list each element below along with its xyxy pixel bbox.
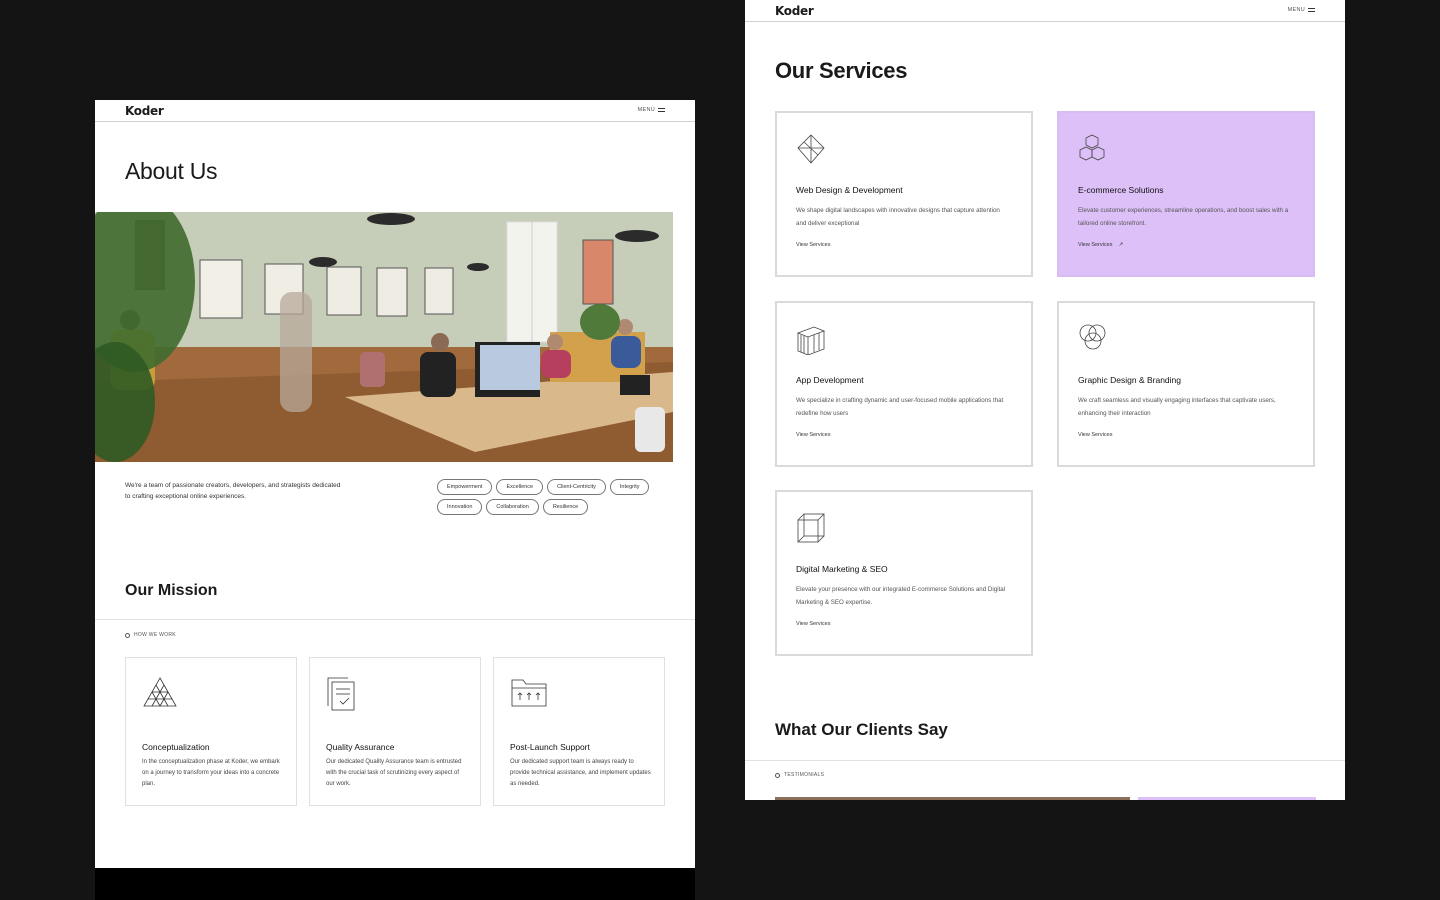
service-card-ecommerce[interactable]: E-commerce Solutions Elevate customer ex… <box>1057 111 1315 277</box>
menu-button[interactable]: MENU <box>1288 7 1315 13</box>
arrow-up-right-icon: ↗ <box>1118 242 1124 248</box>
clients-title: What Our Clients Say <box>775 720 948 739</box>
service-description: We craft seamless and visually engaging … <box>1078 397 1276 417</box>
chip-resilience[interactable]: Resilience <box>542 499 589 515</box>
how-we-work-text: HOW WE WORK <box>134 632 176 638</box>
view-services-link[interactable]: View Services ↗ <box>1078 242 1123 248</box>
hamburger-icon <box>1308 8 1315 12</box>
service-title: Graphic Design & Branding <box>1078 375 1182 385</box>
intro-text: We're a team of passionate creators, dev… <box>125 482 341 500</box>
cubes-icon <box>1079 134 1105 161</box>
link-label: View Services <box>796 621 831 627</box>
koder-logo[interactable]: Koder <box>775 4 814 18</box>
top-nav: Koder MENU <box>745 0 1345 22</box>
service-description: We specialize in crafting dynamic and us… <box>796 397 1004 417</box>
circle-bullet-icon <box>775 772 780 778</box>
testimonial-accent-strip <box>1138 797 1316 800</box>
mission-card-quality-assurance[interactable]: Quality Assurance Our dedicated Quality … <box>309 657 481 806</box>
how-we-work-label: HOW WE WORK <box>125 632 176 638</box>
about-page-panel: Koder MENU About Us We're a team of pass… <box>95 100 695 868</box>
view-services-link[interactable]: View Services <box>796 432 830 438</box>
view-services-link[interactable]: View Services <box>796 242 830 248</box>
menu-label: MENU <box>1287 7 1305 13</box>
top-nav: Koder MENU <box>95 100 695 122</box>
card-description: In the conceptualization phase at Koder,… <box>142 759 280 787</box>
card-description: Our dedicated Quality Assurance team is … <box>326 759 462 787</box>
link-label: View Services <box>796 432 831 438</box>
testimonial-image-strip <box>775 797 1130 800</box>
mission-title: Our Mission <box>125 582 218 599</box>
chip-excellence[interactable]: Excellence <box>496 479 544 495</box>
page-title: About Us <box>125 158 218 184</box>
testimonials-label: TESTIMONIALS <box>775 772 824 778</box>
documents-check-icon <box>327 677 355 711</box>
menu-button[interactable]: MENU <box>638 107 665 113</box>
link-label: View Services <box>1078 242 1113 248</box>
chip-empowerment[interactable]: Empowerment <box>437 479 493 495</box>
koder-logo[interactable]: Koder <box>125 104 164 118</box>
service-card-web-design[interactable]: Web Design & Development We shape digita… <box>775 111 1033 277</box>
chip-collaboration[interactable]: Collaboration <box>486 499 539 515</box>
office-photo-illustration <box>95 212 673 462</box>
hamburger-icon <box>658 108 665 112</box>
service-card-graphic-design[interactable]: Graphic Design & Branding We craft seaml… <box>1057 301 1315 467</box>
link-label: View Services <box>1078 432 1113 438</box>
menu-label: MENU <box>637 107 655 113</box>
testimonials-text: TESTIMONIALS <box>784 772 825 778</box>
page-title: Our Services <box>775 58 908 83</box>
services-page-panel: Koder MENU Our Services Web Design & Dev… <box>745 0 1345 800</box>
service-card-app-development[interactable]: App Development We specialize in craftin… <box>775 301 1033 467</box>
circle-bullet-icon <box>125 632 130 638</box>
service-title: App Development <box>796 375 864 385</box>
card-title: Quality Assurance <box>326 742 395 752</box>
link-label: View Services <box>796 242 831 248</box>
service-card-digital-marketing[interactable]: Digital Marketing & SEO Elevate your pre… <box>775 490 1033 656</box>
view-services-link[interactable]: View Services <box>1078 432 1112 438</box>
service-description: Elevate customer experiences, streamline… <box>1078 207 1289 227</box>
card-title: Post-Launch Support <box>510 742 590 752</box>
service-title: Digital Marketing & SEO <box>796 564 888 574</box>
office-photo <box>95 212 673 462</box>
card-description: Our dedicated support team is always rea… <box>510 759 651 787</box>
values-chips: Empowerment Excellence Client-Centricity… <box>437 479 677 515</box>
divider <box>95 619 695 620</box>
chip-innovation[interactable]: Innovation <box>437 499 483 515</box>
folder-arrows-icon <box>511 679 547 707</box>
stacked-books-icon <box>796 326 826 355</box>
mission-card-post-launch-support[interactable]: Post-Launch Support Our dedicated suppor… <box>493 657 665 806</box>
cube-icon <box>797 513 825 543</box>
service-title: Web Design & Development <box>796 185 903 195</box>
chip-client-centricity[interactable]: Client-Centricity <box>547 479 606 495</box>
mission-card-conceptualization[interactable]: Conceptualization In the conceptualizati… <box>125 657 297 806</box>
service-title: E-commerce Solutions <box>1078 185 1164 195</box>
triangle-grid-icon <box>143 677 177 707</box>
overlapping-circles-icon <box>1079 324 1106 350</box>
service-description: We shape digital landscapes with innovat… <box>796 207 1000 227</box>
view-services-link[interactable]: View Services <box>796 621 830 627</box>
footer-bar <box>95 868 695 900</box>
divider <box>745 760 1345 761</box>
service-description: Elevate your presence with our integrate… <box>796 586 1006 606</box>
diamond-icon <box>797 134 825 164</box>
card-title: Conceptualization <box>142 742 210 752</box>
chip-integrity[interactable]: Integrity <box>609 479 650 495</box>
